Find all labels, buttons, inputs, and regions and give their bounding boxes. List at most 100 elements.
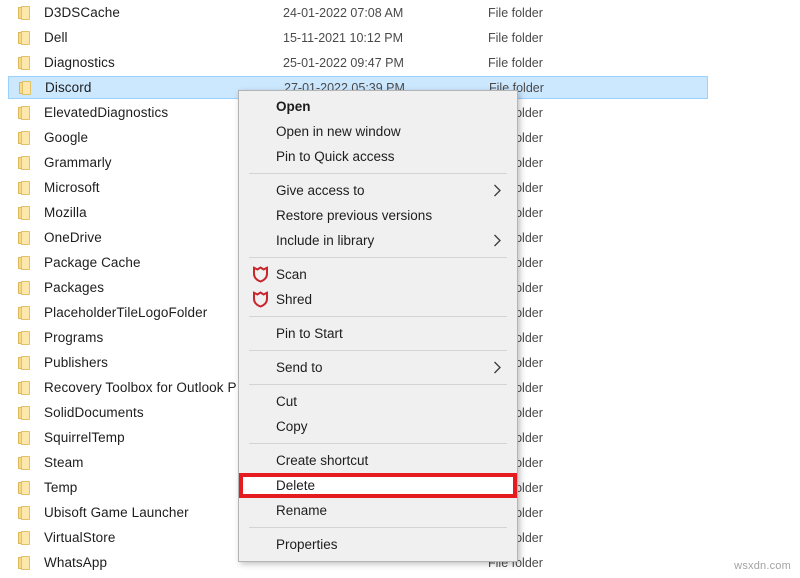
file-name: Google bbox=[44, 130, 88, 145]
menu-item-cut[interactable]: Cut bbox=[239, 389, 517, 414]
folder-icon bbox=[18, 456, 34, 470]
folder-icon bbox=[18, 381, 34, 395]
file-name: Ubisoft Game Launcher bbox=[44, 505, 189, 520]
file-row[interactable]: Dell 15-11-2021 10:12 PM File folder bbox=[8, 26, 708, 49]
folder-icon bbox=[18, 6, 34, 20]
folder-icon bbox=[18, 256, 34, 270]
folder-icon bbox=[18, 106, 34, 120]
menu-item-label: Pin to Start bbox=[276, 326, 343, 341]
menu-item-label: Properties bbox=[276, 537, 338, 552]
menu-separator bbox=[249, 316, 507, 317]
folder-icon bbox=[18, 556, 34, 570]
folder-icon bbox=[18, 481, 34, 495]
menu-separator bbox=[249, 443, 507, 444]
file-name: Discord bbox=[45, 80, 91, 95]
menu-separator bbox=[249, 257, 507, 258]
file-date-modified: 15-11-2021 10:12 PM bbox=[283, 31, 403, 45]
file-name: Recovery Toolbox for Outlook P bbox=[44, 380, 237, 395]
menu-item-label: Pin to Quick access bbox=[276, 149, 395, 164]
folder-icon bbox=[18, 431, 34, 445]
menu-item-label: Send to bbox=[276, 360, 323, 375]
file-name: OneDrive bbox=[44, 230, 102, 245]
file-name: Programs bbox=[44, 330, 103, 345]
file-row[interactable]: D3DSCache 24-01-2022 07:08 AM File folder bbox=[8, 1, 708, 24]
file-name: D3DSCache bbox=[44, 5, 120, 20]
menu-item-rename[interactable]: Rename bbox=[239, 498, 517, 523]
menu-separator bbox=[249, 527, 507, 528]
file-name: Temp bbox=[44, 480, 77, 495]
folder-icon bbox=[18, 181, 34, 195]
menu-item-label: Shred bbox=[276, 292, 312, 307]
menu-item-label: Open in new window bbox=[276, 124, 401, 139]
chevron-right-icon bbox=[493, 361, 503, 375]
menu-item-copy[interactable]: Copy bbox=[239, 414, 517, 439]
menu-item-label: Create shortcut bbox=[276, 453, 368, 468]
folder-icon bbox=[18, 356, 34, 370]
chevron-right-icon bbox=[493, 234, 503, 248]
menu-item-label: Copy bbox=[276, 419, 308, 434]
menu-separator bbox=[249, 384, 507, 385]
folder-icon bbox=[18, 131, 34, 145]
folder-icon bbox=[18, 506, 34, 520]
file-name: VirtualStore bbox=[44, 530, 116, 545]
file-name: Microsoft bbox=[44, 180, 100, 195]
menu-item-label: Give access to bbox=[276, 183, 365, 198]
file-row[interactable]: Diagnostics 25-01-2022 09:47 PM File folde… bbox=[8, 51, 708, 74]
folder-icon bbox=[18, 406, 34, 420]
folder-icon bbox=[19, 81, 35, 95]
mcafee-shield-icon bbox=[253, 266, 270, 283]
file-name: Diagnostics bbox=[44, 55, 115, 70]
menu-item-label: Cut bbox=[276, 394, 297, 409]
menu-item-properties[interactable]: Properties bbox=[239, 532, 517, 557]
folder-icon bbox=[18, 531, 34, 545]
folder-icon bbox=[18, 306, 34, 320]
file-name: Package Cache bbox=[44, 255, 141, 270]
file-date-modified: 25-01-2022 09:47 PM bbox=[283, 56, 404, 70]
file-type: File folder bbox=[488, 6, 543, 20]
file-name: Steam bbox=[44, 455, 84, 470]
file-name: ElevatedDiagnostics bbox=[44, 105, 168, 120]
menu-item-restore-previous-versions[interactable]: Restore previous versions bbox=[239, 203, 517, 228]
file-name: SolidDocuments bbox=[44, 405, 144, 420]
menu-item-label: Delete bbox=[276, 478, 315, 493]
menu-item-pin-to-start[interactable]: Pin to Start bbox=[239, 321, 517, 346]
file-type: File folder bbox=[488, 31, 543, 45]
file-name: SquirrelTemp bbox=[44, 430, 125, 445]
menu-item-label: Rename bbox=[276, 503, 327, 518]
menu-item-label: Include in library bbox=[276, 233, 374, 248]
folder-icon bbox=[18, 31, 34, 45]
context-menu[interactable]: Open Open in new window Pin to Quick acces… bbox=[238, 90, 518, 562]
menu-item-open[interactable]: Open bbox=[239, 94, 517, 119]
folder-icon bbox=[18, 56, 34, 70]
folder-icon bbox=[18, 156, 34, 170]
folder-icon bbox=[18, 281, 34, 295]
file-name: Mozilla bbox=[44, 205, 87, 220]
file-name: Dell bbox=[44, 30, 68, 45]
menu-item-label: Scan bbox=[276, 267, 307, 282]
file-name: Packages bbox=[44, 280, 104, 295]
menu-item-include-in-library[interactable]: Include in library bbox=[239, 228, 517, 253]
menu-item-pin-to-quick-access[interactable]: Pin to Quick access bbox=[239, 144, 517, 169]
file-name: Publishers bbox=[44, 355, 108, 370]
file-name: PlaceholderTileLogoFolder bbox=[44, 305, 207, 320]
menu-item-send-to[interactable]: Send to bbox=[239, 355, 517, 380]
menu-item-label: Restore previous versions bbox=[276, 208, 432, 223]
file-name: Grammarly bbox=[44, 155, 112, 170]
file-type: File folder bbox=[488, 56, 543, 70]
watermark: wsxdn.com bbox=[734, 560, 791, 572]
menu-separator bbox=[249, 350, 507, 351]
mcafee-shield-icon bbox=[253, 291, 270, 308]
menu-item-delete[interactable]: Delete bbox=[239, 473, 517, 498]
menu-item-create-shortcut[interactable]: Create shortcut bbox=[239, 448, 517, 473]
menu-item-shred[interactable]: Shred bbox=[239, 287, 517, 312]
folder-icon bbox=[18, 206, 34, 220]
folder-icon bbox=[18, 331, 34, 345]
menu-separator bbox=[249, 173, 507, 174]
menu-item-scan[interactable]: Scan bbox=[239, 262, 517, 287]
menu-item-open-in-new-window[interactable]: Open in new window bbox=[239, 119, 517, 144]
chevron-right-icon bbox=[493, 184, 503, 198]
file-date-modified: 24-01-2022 07:08 AM bbox=[283, 6, 403, 20]
file-name: WhatsApp bbox=[44, 555, 107, 570]
folder-icon bbox=[18, 231, 34, 245]
menu-item-give-access-to[interactable]: Give access to bbox=[239, 178, 517, 203]
